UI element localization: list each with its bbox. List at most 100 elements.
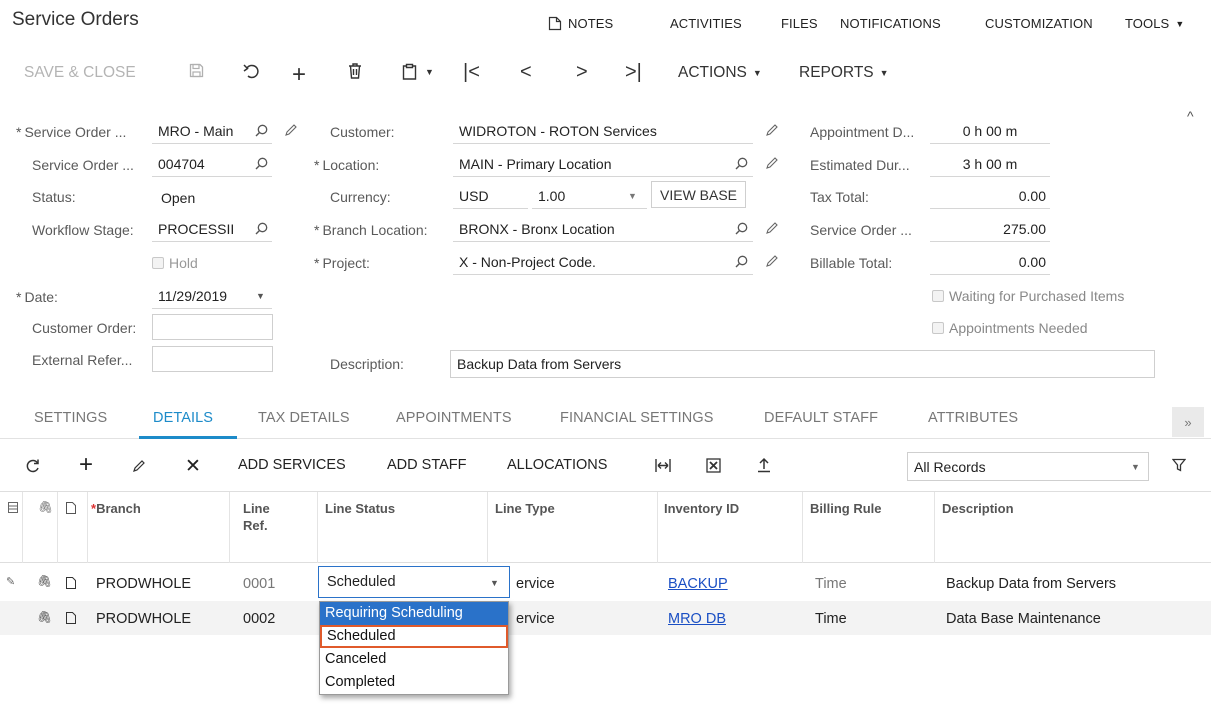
files-link[interactable]: FILES: [781, 16, 818, 31]
row-selector-icon[interactable]: [8, 502, 18, 513]
service-order-type-field[interactable]: MRO - Main: [152, 118, 272, 144]
column-billing-rule[interactable]: Billing Rule: [810, 500, 882, 517]
dropdown-option[interactable]: Requiring Scheduling: [320, 602, 508, 625]
tab-attributes[interactable]: ATTRIBUTES: [928, 410, 1018, 426]
allocations-button[interactable]: ALLOCATIONS: [507, 457, 607, 473]
date-field[interactable]: 11/29/2019: [152, 283, 272, 309]
delete-icon[interactable]: [348, 63, 362, 79]
column-branch[interactable]: *Branch: [91, 500, 141, 517]
caret-down-icon[interactable]: ▼: [1131, 462, 1140, 472]
branch-location-field[interactable]: BRONX - Bronx Location: [453, 216, 753, 242]
dropdown-option[interactable]: Scheduled: [320, 625, 508, 648]
add-icon[interactable]: +: [292, 61, 306, 89]
notes-link[interactable]: NOTES: [548, 16, 613, 31]
copy-paste-menu[interactable]: ▼: [402, 63, 434, 80]
dropdown-option[interactable]: Canceled: [320, 648, 508, 671]
last-record-icon[interactable]: >|: [625, 61, 642, 84]
next-record-icon[interactable]: >: [576, 61, 588, 84]
tab-appointments[interactable]: APPOINTMENTS: [396, 410, 512, 426]
tab-settings[interactable]: SETTINGS: [34, 410, 107, 426]
collapse-icon[interactable]: ^: [1187, 108, 1194, 124]
waiting-purchased-checkbox[interactable]: Waiting for Purchased Items: [932, 288, 1124, 304]
line-status-select[interactable]: Scheduled: [318, 566, 510, 598]
edit-pencil-icon[interactable]: [765, 254, 779, 268]
edit-pencil-icon[interactable]: [765, 221, 779, 235]
tab-details[interactable]: DETAILS: [153, 410, 213, 426]
caret-down-icon[interactable]: ▼: [490, 578, 499, 588]
search-icon[interactable]: [735, 222, 748, 235]
column-description[interactable]: Description: [942, 500, 1014, 517]
attachment-icon[interactable]: 🖇: [37, 574, 52, 588]
filter-icon[interactable]: [1172, 458, 1186, 472]
export-excel-icon[interactable]: [706, 458, 721, 473]
note-icon[interactable]: [66, 612, 76, 624]
view-base-button[interactable]: VIEW BASE: [651, 181, 747, 208]
description-input[interactable]: Backup Data from Servers: [450, 350, 1155, 378]
edit-pencil-icon[interactable]: [765, 123, 779, 137]
save-close-button[interactable]: SAVE & CLOSE: [24, 64, 136, 82]
search-icon[interactable]: [255, 124, 268, 137]
column-line-status[interactable]: Line Status: [325, 500, 395, 517]
add-staff-button[interactable]: ADD STAFF: [387, 457, 466, 473]
upload-icon[interactable]: [756, 457, 772, 473]
first-record-icon[interactable]: |<: [463, 61, 480, 84]
activities-link[interactable]: ACTIVITIES: [670, 16, 742, 31]
cell-description[interactable]: Backup Data from Servers: [946, 576, 1116, 592]
records-filter-select[interactable]: All Records: [907, 452, 1149, 481]
appointment-duration-label: Appointment D...: [810, 124, 915, 140]
column-line-type[interactable]: Line Type: [495, 500, 555, 517]
column-divider: [87, 492, 88, 563]
customer-field[interactable]: WIDROTON - ROTON Services: [453, 118, 753, 144]
column-inventory-id[interactable]: Inventory ID: [664, 500, 739, 517]
edit-pencil-icon[interactable]: [284, 123, 298, 137]
column-line-ref[interactable]: Line Ref.: [243, 500, 270, 534]
project-field[interactable]: X - Non-Project Code.: [453, 249, 753, 275]
delete-row-icon[interactable]: ✕: [185, 455, 201, 478]
tab-default-staff[interactable]: DEFAULT STAFF: [764, 410, 878, 426]
tools-menu[interactable]: TOOLS ▼: [1125, 16, 1184, 31]
dropdown-option[interactable]: Completed: [320, 671, 508, 694]
cell-inventory-id-link[interactable]: MRO DB: [668, 611, 726, 627]
caret-down-icon[interactable]: ▼: [256, 291, 265, 301]
search-icon[interactable]: [255, 222, 268, 235]
cell-inventory-id-link[interactable]: BACKUP: [668, 576, 728, 592]
billable-total-value: 0.00: [930, 249, 1050, 275]
service-order-nbr-field[interactable]: 004704: [152, 151, 272, 177]
reports-menu[interactable]: REPORTS ▼: [799, 64, 889, 82]
tab-financial-settings[interactable]: FINANCIAL SETTINGS: [560, 410, 714, 426]
more-tabs-icon[interactable]: »: [1172, 407, 1204, 437]
cell-description[interactable]: Data Base Maintenance: [946, 611, 1101, 627]
hold-checkbox[interactable]: Hold: [152, 255, 198, 271]
fit-columns-icon[interactable]: [655, 458, 671, 473]
previous-record-icon[interactable]: <: [520, 61, 532, 84]
workflow-stage-field[interactable]: PROCESSII: [152, 216, 272, 242]
grid-header: [0, 491, 1211, 563]
search-icon[interactable]: [735, 157, 748, 170]
customer-order-input[interactable]: [152, 314, 273, 340]
edit-pencil-icon[interactable]: [765, 156, 779, 170]
search-icon[interactable]: [255, 157, 268, 170]
location-field[interactable]: MAIN - Primary Location: [453, 151, 753, 177]
caret-down-icon[interactable]: ▼: [628, 191, 637, 201]
save-icon[interactable]: [189, 63, 204, 78]
cell-line-type[interactable]: ervice: [516, 576, 555, 592]
cell-branch[interactable]: PRODWHOLE: [96, 611, 191, 627]
appointments-needed-checkbox[interactable]: Appointments Needed: [932, 320, 1088, 336]
note-icon[interactable]: [66, 577, 76, 589]
notifications-link[interactable]: NOTIFICATIONS: [840, 16, 941, 31]
actions-menu[interactable]: ACTIONS ▼: [678, 64, 762, 82]
undo-icon[interactable]: [243, 64, 260, 79]
attachment-icon[interactable]: 🖇: [37, 610, 52, 624]
cell-line-type[interactable]: ervice: [516, 611, 555, 627]
customization-link[interactable]: CUSTOMIZATION: [985, 16, 1093, 31]
tab-tax-details[interactable]: TAX DETAILS: [258, 410, 350, 426]
edit-pencil-icon[interactable]: [132, 459, 146, 473]
cell-branch[interactable]: PRODWHOLE: [96, 576, 191, 592]
add-services-button[interactable]: ADD SERVICES: [238, 457, 346, 473]
refresh-icon[interactable]: [25, 458, 41, 474]
add-row-icon[interactable]: +: [79, 451, 93, 479]
currency-field[interactable]: USD: [453, 183, 528, 209]
external-ref-input[interactable]: [152, 346, 273, 372]
search-icon[interactable]: [735, 255, 748, 268]
service-order-type-label: * Service Order ...: [16, 124, 127, 140]
